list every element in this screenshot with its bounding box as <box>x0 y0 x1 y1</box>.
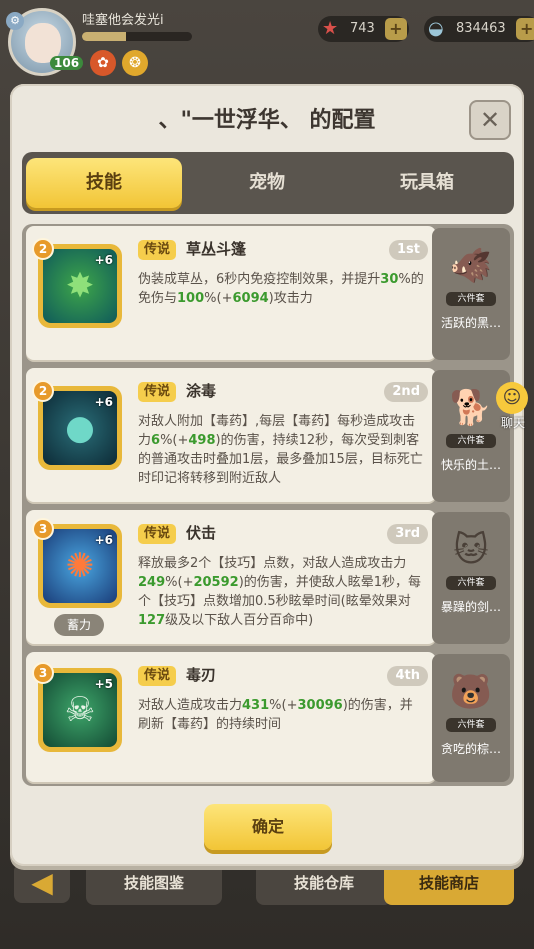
skill-text: )攻击力 <box>268 291 313 306</box>
toy-set-item[interactable]: 🐻 六件套 贪吃的棕… <box>432 654 510 782</box>
skill-name: 毒刃 <box>186 666 217 684</box>
skill-name: 涂毒 <box>186 382 217 400</box>
toy-set-name: 贪吃的棕… <box>440 742 501 756</box>
skill-rank: 2 <box>32 238 54 260</box>
charge-badge: 蓄力 <box>54 614 104 636</box>
skill-list: ✸ +6 2 传说 草丛斗篷 1st 伪装成草丛，6秒内免疫控制效果，并提升30… <box>22 224 514 786</box>
set-tag: 六件套 <box>446 292 496 306</box>
skill-icon-frame: ☠ +5 3 <box>32 662 122 752</box>
set-tag: 六件套 <box>446 434 496 448</box>
tab-skills[interactable]: 技能 <box>26 158 182 208</box>
chat-label: 聊天 <box>500 416 525 430</box>
skill-plus: +6 <box>94 253 113 267</box>
skill-value-highlight: 100 <box>177 291 205 306</box>
tab-bar: 技能 宠物 玩具箱 <box>22 152 514 214</box>
skill-value-highlight: 20592 <box>193 575 239 590</box>
shell-value: 834463 <box>456 21 506 36</box>
exp-fill <box>82 32 126 41</box>
skill-shop-button[interactable]: 技能商店 <box>384 861 514 905</box>
skill-plus: +6 <box>94 395 113 409</box>
skill-plus: +5 <box>94 677 113 691</box>
skill-name: 草丛斗篷 <box>186 240 247 258</box>
rarity-badge: 传说 <box>138 524 177 544</box>
toy-set-item[interactable]: 🐗 六件套 活跃的黑… <box>432 228 510 360</box>
chat-face-icon: ☺ <box>496 382 528 414</box>
add-shell-button[interactable]: + <box>515 18 534 40</box>
skill-value-highlight: 431 <box>242 698 270 713</box>
set-tag: 六件套 <box>446 576 496 590</box>
slot-badge: 4th <box>387 666 428 686</box>
tab-pets[interactable]: 宠物 <box>202 158 332 208</box>
slot-badge: 3rd <box>387 524 428 544</box>
skill-icon-frame: ✸ +6 2 <box>32 238 122 328</box>
skill-text: %(+ <box>165 575 194 590</box>
settings-icon[interactable]: ⚙ <box>6 12 24 30</box>
skill-icon: ● +6 <box>43 391 117 465</box>
skill-card[interactable]: ✺ +6 3 蓄力 传说 伏击 3rd 释放最多2个【技巧】点数，对敌人造成攻击… <box>26 510 436 644</box>
skill-text: 对敌人造成攻击力 <box>138 698 243 713</box>
skill-description: 对敌人附加【毒药】,每层【毒药】每秒造成攻击力6%(+498)的伤害，持续12秒… <box>138 412 424 488</box>
skill-text: 释放最多2个【技巧】点数，对敌人造成攻击力 <box>138 556 407 571</box>
skill-text: 级及以下敌人百分百命中) <box>165 613 314 628</box>
skill-rank: 2 <box>32 380 54 402</box>
skill-icon: ✺ +6 <box>43 529 117 603</box>
resource-starfish: ★ 743 + <box>318 16 409 42</box>
modal-title: 、"一世浮华、 的配置 <box>158 108 376 133</box>
slot-badge: 1st <box>389 240 428 260</box>
pet-badge-icon[interactable]: ❂ <box>122 50 148 76</box>
skill-value-highlight: 249 <box>138 575 166 590</box>
skill-text: 伪装成草丛，6秒内免疫控制效果，并提升 <box>138 272 381 287</box>
skill-icon-frame: ● +6 2 <box>32 380 122 470</box>
skill-value-highlight: 6094 <box>232 291 269 306</box>
loadout-modal: 、"一世浮华、 的配置 ✕ 技能 宠物 玩具箱 ✸ +6 2 传说 草丛斗篷 1… <box>10 84 524 866</box>
set-tag: 六件套 <box>446 718 496 732</box>
chat-button[interactable]: ☺ 聊天 <box>496 382 530 430</box>
exp-bar <box>82 32 192 41</box>
toy-set-item[interactable]: 🐱 六件套 暴躁的剑… <box>432 512 510 644</box>
skill-text: %(+ <box>269 698 298 713</box>
skill-value-highlight: 127 <box>138 613 166 628</box>
skill-storage-button[interactable]: 技能仓库 <box>256 861 392 905</box>
tab-toybox[interactable]: 玩具箱 <box>352 158 502 208</box>
rarity-badge: 传说 <box>138 240 177 260</box>
skill-rank: 3 <box>32 518 54 540</box>
skill-codex-button[interactable]: 技能图鉴 <box>86 861 222 905</box>
skill-rank: 3 <box>32 662 54 684</box>
toy-set-name: 活跃的黑… <box>440 316 501 330</box>
top-bar: ⚙ 106 哇塞他会发光i ✿ ❂ ★ 743 + ◒ 834463 + <box>0 0 534 80</box>
confirm-button[interactable]: 确定 <box>204 804 332 850</box>
skill-value-highlight: 30 <box>380 272 399 287</box>
skill-plus: +6 <box>94 533 113 547</box>
shell-icon: ◒ <box>428 18 444 39</box>
skill-description: 伪装成草丛，6秒内免疫控制效果，并提升30%的免伤与100%(+6094)攻击力 <box>138 270 424 308</box>
skill-text: %(+ <box>160 433 189 448</box>
skill-text: %(+ <box>204 291 233 306</box>
skill-card[interactable]: ✸ +6 2 传说 草丛斗篷 1st 伪装成草丛，6秒内免疫控制效果，并提升30… <box>26 226 436 360</box>
buff-badge-icon[interactable]: ✿ <box>90 50 116 76</box>
skill-icon: ☠ +5 <box>43 673 117 747</box>
resource-shell: ◒ 834463 + <box>424 16 534 42</box>
skill-value-highlight: 498 <box>188 433 216 448</box>
skill-icon: ✸ +6 <box>43 249 117 323</box>
player-name: 哇塞他会发光i <box>82 13 164 28</box>
close-icon[interactable]: ✕ <box>469 100 511 140</box>
starfish-icon: ★ <box>322 18 339 39</box>
skill-description: 对敌人造成攻击力431%(+30096)的伤害，并刷新【毒药】的持续时间 <box>138 696 424 734</box>
back-arrow-icon[interactable]: ◀ <box>14 863 70 903</box>
player-level: 106 <box>50 56 84 70</box>
starfish-value: 743 <box>350 21 375 36</box>
slot-badge: 2nd <box>384 382 428 402</box>
toy-set-name: 暴躁的剑… <box>440 600 501 614</box>
skill-icon-frame: ✺ +6 3 <box>32 518 122 608</box>
rarity-badge: 传说 <box>138 666 177 686</box>
skill-card[interactable]: ☠ +5 3 传说 毒刃 4th 对敌人造成攻击力431%(+30096)的伤害… <box>26 652 436 782</box>
skill-value-highlight: 6 <box>151 433 161 448</box>
skill-value-highlight: 30096 <box>297 698 343 713</box>
rarity-badge: 传说 <box>138 382 177 402</box>
add-starfish-button[interactable]: + <box>384 18 407 40</box>
toy-set-name: 快乐的土… <box>440 458 501 472</box>
skill-card[interactable]: ● +6 2 传说 涂毒 2nd 对敌人附加【毒药】,每层【毒药】每秒造成攻击力… <box>26 368 436 502</box>
skill-name: 伏击 <box>186 524 217 542</box>
skill-description: 释放最多2个【技巧】点数，对敌人造成攻击力249%(+20592)的伤害，并使敌… <box>138 554 424 630</box>
